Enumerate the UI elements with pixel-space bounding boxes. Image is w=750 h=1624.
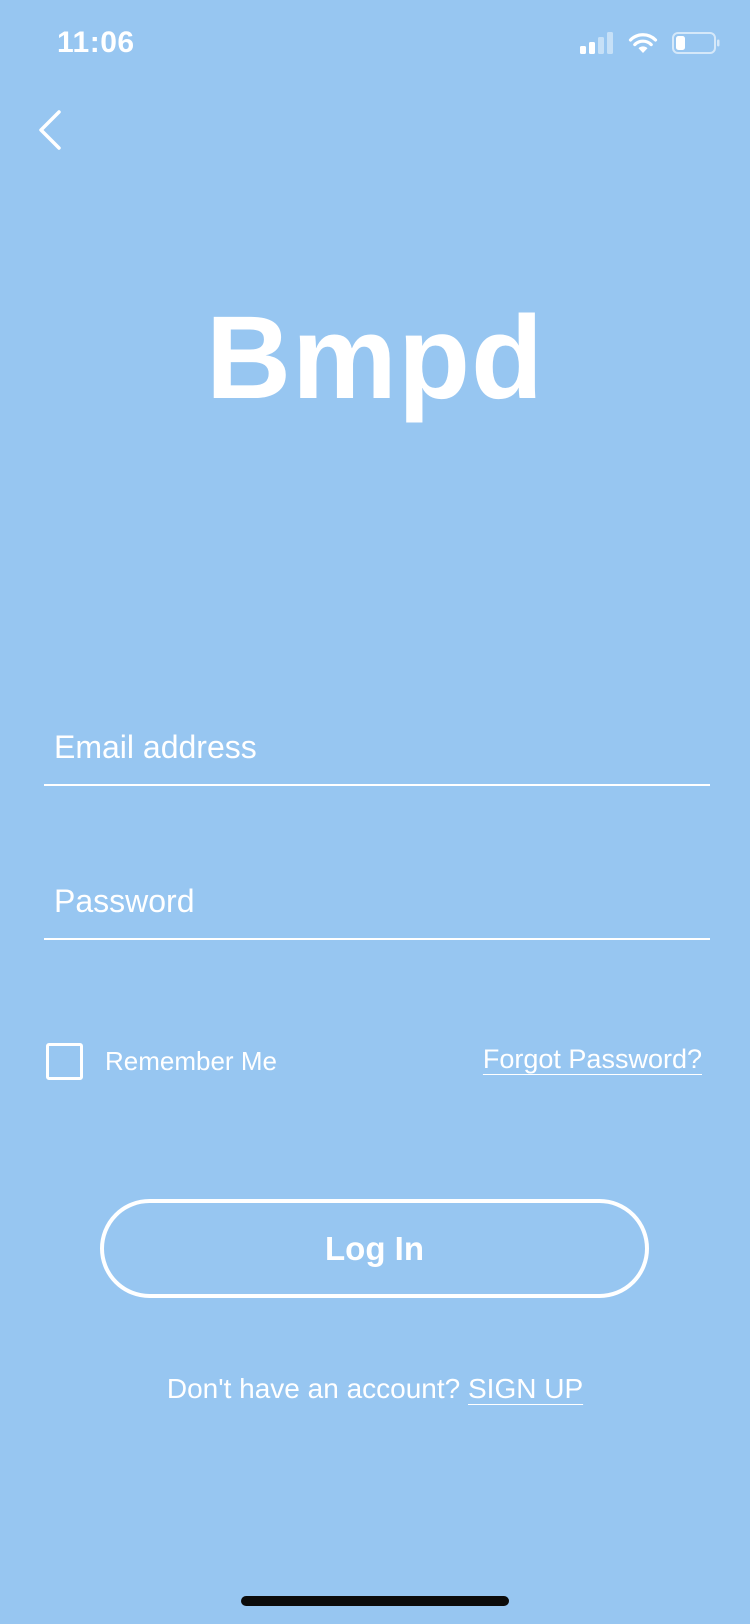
cellular-signal-icon	[580, 31, 614, 59]
email-field-container	[44, 704, 710, 786]
login-button[interactable]: Log In	[100, 1199, 649, 1298]
remember-me-toggle[interactable]: Remember Me	[46, 1043, 277, 1080]
wifi-icon	[628, 32, 658, 59]
remember-me-checkbox[interactable]	[46, 1043, 83, 1080]
signup-prompt: Don't have an account?	[166, 1373, 468, 1404]
home-indicator[interactable]	[241, 1596, 509, 1606]
back-button[interactable]	[22, 104, 78, 160]
status-icons	[580, 30, 720, 60]
app-logo: Bmpd	[205, 292, 545, 424]
battery-icon	[672, 31, 720, 59]
email-field[interactable]	[54, 729, 694, 766]
signup-row: Don't have an account? SIGN UP	[0, 1373, 750, 1405]
signup-link[interactable]: SIGN UP	[468, 1373, 583, 1404]
status-time: 11:06	[57, 26, 135, 59]
password-field-container	[44, 858, 710, 940]
remember-me-label: Remember Me	[105, 1046, 277, 1076]
password-field[interactable]	[54, 883, 694, 920]
forgot-password-link[interactable]: Forgot Password?	[483, 1044, 702, 1075]
chevron-left-icon	[37, 109, 63, 156]
status-bar: 11:06	[0, 0, 750, 90]
